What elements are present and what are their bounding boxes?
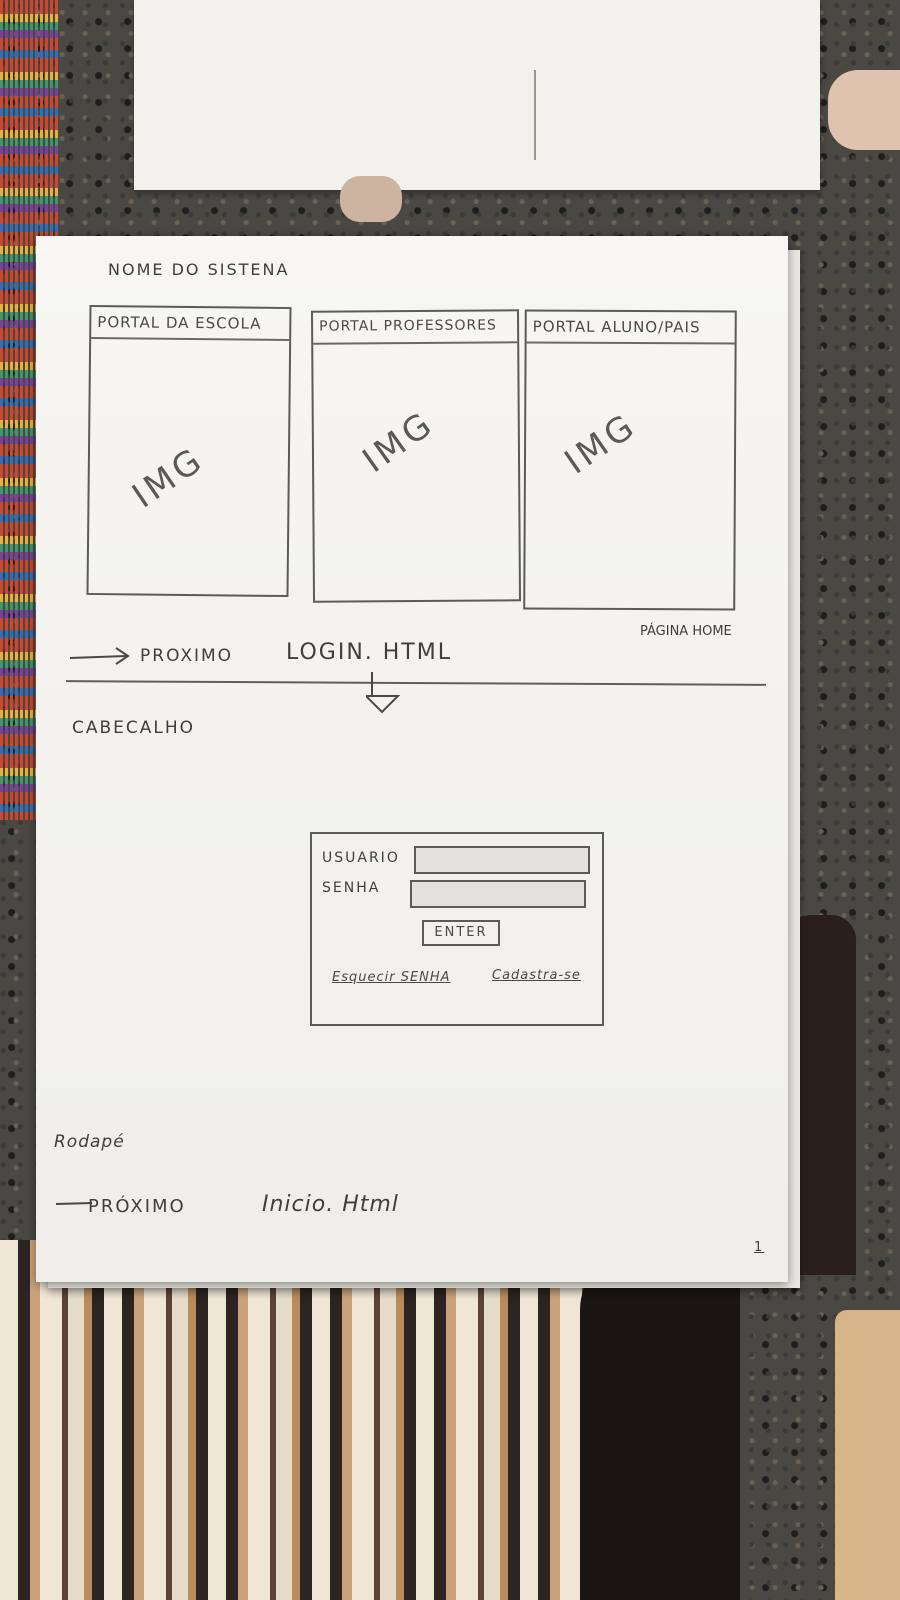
password-label: SENHA — [322, 880, 381, 896]
image-placeholder: IMG — [355, 403, 443, 481]
card-title: PORTAL ALUNO/PAIS — [532, 317, 701, 337]
striped-cushion — [0, 1240, 585, 1600]
page-number: 1 — [754, 1240, 765, 1255]
card-header: PORTAL PROFESSORES — [312, 311, 518, 345]
paper-sheet-top — [134, 0, 820, 190]
portal-professores-card: PORTAL PROFESSORES IMG — [310, 309, 522, 603]
card-title: PORTAL PROFESSORES — [319, 317, 497, 335]
arrow-down-icon — [366, 672, 401, 714]
image-placeholder: IMG — [125, 439, 212, 517]
card-title: PORTAL DA ESCOLA — [97, 313, 262, 333]
dark-foot — [580, 1250, 740, 1600]
card-header: PORTAL ALUNO/PAIS — [526, 311, 735, 345]
system-name: NOME DO SISTENA — [108, 260, 290, 279]
next-label: PROXIMO — [140, 646, 234, 666]
portal-aluno-pais-card: PORTAL ALUNO/PAIS IMG — [523, 309, 737, 611]
page-home-note: PÁGINA HOME — [640, 624, 732, 639]
footer-next-label: PRÓXIMO — [88, 1196, 186, 1217]
wireframe-sheet: NOME DO SISTENA PORTAL DA ESCOLA IMG POR… — [36, 236, 788, 1282]
fold-crease — [534, 70, 536, 160]
foot — [828, 70, 900, 150]
arrow-right-icon — [69, 647, 130, 665]
next-target: LOGIN. HTML — [286, 640, 452, 665]
username-field[interactable] — [414, 846, 590, 874]
footer-label: Rodapé — [54, 1132, 125, 1152]
image-placeholder: IMG — [557, 405, 645, 483]
forgot-password-link[interactable]: Esquecir SENHA — [332, 970, 451, 985]
section-divider — [65, 680, 767, 686]
password-field[interactable] — [410, 880, 586, 908]
portal-escola-card: PORTAL DA ESCOLA IMG — [86, 304, 292, 598]
register-link[interactable]: Cadastra-se — [492, 968, 581, 983]
tan-bag — [835, 1310, 900, 1600]
footer-next-target: Inicio. Html — [262, 1192, 399, 1217]
login-form: USUARIO SENHA ENTER Esquecir SENHA Cadas… — [310, 832, 604, 1026]
header-label: CABECALHO — [72, 718, 196, 738]
toe — [340, 176, 402, 222]
card-header: PORTAL DA ESCOLA — [91, 306, 290, 342]
enter-button[interactable]: ENTER — [422, 920, 500, 946]
username-label: USUARIO — [322, 850, 400, 866]
